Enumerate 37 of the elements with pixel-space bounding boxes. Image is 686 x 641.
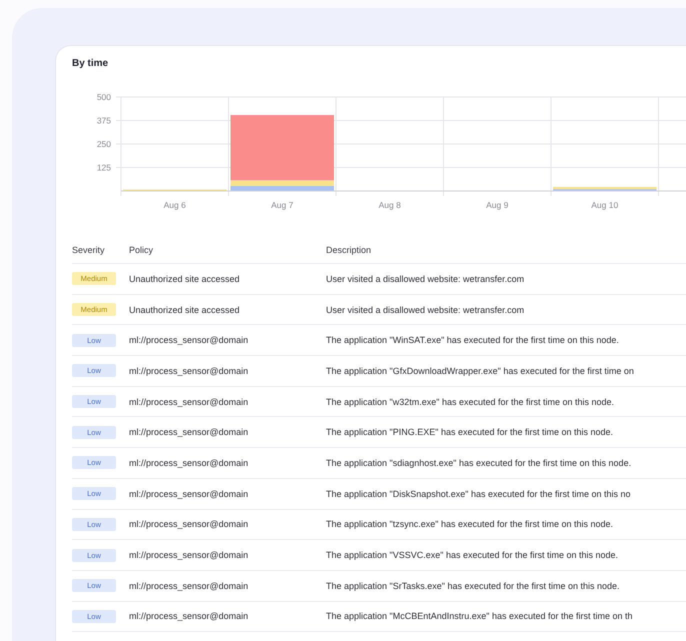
description-cell: The application "PING.EXE" has executed for the first time on this node. <box>326 427 614 438</box>
column-header: Description <box>326 244 372 254</box>
axis-category-label: Aug 6 <box>164 200 186 210</box>
axis-category-label: Aug 8 <box>378 200 401 210</box>
axis-tick-label: 125 <box>96 162 111 172</box>
axis-category-label: Aug 10 <box>591 200 618 210</box>
description-cell: The application "McCBEntAndInstru.exe" has executed for the first time on th <box>326 611 633 622</box>
column-header: Severity <box>72 244 105 254</box>
policy-cell: Unauthorized site accessed <box>129 304 240 315</box>
axis-tick-label: 375 <box>96 116 111 126</box>
axis-category-label: Aug 7 <box>271 200 294 210</box>
description-cell: The application "w32tm.exe" has executed for the first time on this node. <box>326 396 614 407</box>
description-cell: The application "DiskSnapshot.exe" has executed for the first time on this no <box>326 488 631 499</box>
policy-cell: ml://process_sensor@domain <box>129 396 248 407</box>
description-cell: The application "SrTasks.exe" has executed for the first time on this node. <box>326 580 620 591</box>
policy-cell: ml://process_sensor@domain <box>129 458 248 468</box>
policy-cell: ml://process_sensor@domain <box>129 488 248 499</box>
description-cell: User visited a disallowed website: wetransfer.com <box>326 274 524 284</box>
axis-tick-label: 250 <box>96 139 111 149</box>
policy-cell: ml://process_sensor@domain <box>129 366 248 376</box>
column-header: Policy <box>129 244 154 254</box>
axis-tick-label: 500 <box>96 92 111 102</box>
policy-cell: ml://process_sensor@domain <box>129 550 248 560</box>
policy-cell: ml://process_sensor@domain <box>129 427 248 438</box>
policy-cell: ml://process_sensor@domain <box>129 580 248 591</box>
policy-cell: ml://process_sensor@domain <box>129 335 248 346</box>
policy-cell: Unauthorized site accessed <box>129 274 240 284</box>
description-cell: The application "WinSAT.exe" has executed for the first time on this node. <box>326 335 619 346</box>
policy-cell: ml://process_sensor@domain <box>129 611 248 622</box>
description-cell: The application "GfxDownloadWrapper.exe" has executed for the first time on <box>326 366 634 376</box>
description-cell: User visited a disallowed website: wetransfer.com <box>326 304 524 315</box>
axis-category-label: Aug 9 <box>486 200 508 210</box>
description-cell: The application "tzsync.exe" has executed for the first time on this node. <box>326 519 614 530</box>
policy-cell: ml://process_sensor@domain <box>129 519 248 530</box>
card-title: By time <box>72 57 108 69</box>
description-cell: The application "sdiagnhost.exe" has executed for the first time on this node. <box>326 458 632 468</box>
description-cell: The application "VSSVC.exe" has executed for the first time on this node. <box>326 550 618 560</box>
